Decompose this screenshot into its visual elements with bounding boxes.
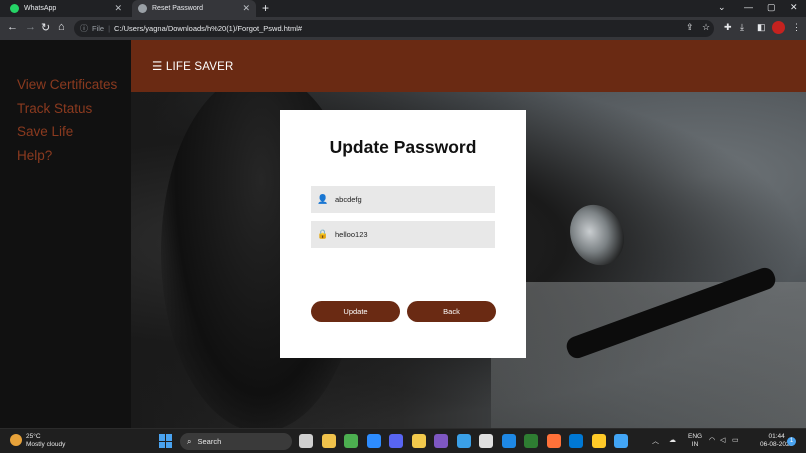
road-shape <box>491 282 806 428</box>
app-icon[interactable] <box>434 434 448 448</box>
lang-top: ENG <box>688 433 703 440</box>
taskbar: 25°C Mostly cloudy ⌕ Search ︿ ☁ ENG IN ◠… <box>0 428 806 453</box>
password-field[interactable]: 🔒 <box>311 221 495 248</box>
tab-reset-password[interactable]: Reset Password ✕ <box>132 0 256 17</box>
screen: WhatsApp ✕ Reset Password ✕ + ⌄ — ▢ ✕ ← … <box>0 0 806 453</box>
mirror-shape <box>560 195 634 275</box>
windows-start-icon[interactable] <box>159 434 173 448</box>
profile-avatar[interactable] <box>772 21 785 34</box>
extensions-icon[interactable]: ✚ <box>724 22 732 33</box>
lang-bottom: IN <box>691 441 699 448</box>
weather-widget[interactable]: 25°C Mostly cloudy <box>10 433 65 449</box>
volume-icon[interactable]: ◁ <box>720 436 725 444</box>
notification-badge[interactable]: 1 <box>787 437 796 446</box>
whatsapp-icon <box>10 4 19 13</box>
discord-icon[interactable] <box>389 434 403 448</box>
minimize-icon[interactable]: — <box>744 2 753 12</box>
new-tab-icon[interactable]: + <box>262 1 269 15</box>
wifi-icon[interactable]: ◠ <box>709 436 715 444</box>
update-password-card: Update Password 👤 🔒 Update Back <box>280 110 526 358</box>
app-icon[interactable] <box>524 434 538 448</box>
top-bar: ☰ LIFE SAVER <box>131 40 806 92</box>
battery-icon[interactable]: ▭ <box>732 436 739 444</box>
user-icon: 👤 <box>317 194 329 204</box>
separator: | <box>108 24 111 33</box>
url-text[interactable]: C:/Users/yagna/Downloads/h%20(1)/Forgot_… <box>114 24 302 33</box>
globe-icon <box>138 4 147 13</box>
form-title: Update Password <box>329 137 477 157</box>
search-label: Search <box>197 437 222 446</box>
nav-help[interactable]: Help? <box>17 144 117 168</box>
new-password-input[interactable] <box>335 230 485 239</box>
menu-dots-icon[interactable]: ⋮ <box>792 22 801 33</box>
maximize-icon[interactable]: ▢ <box>767 2 776 13</box>
close-icon[interactable]: ✕ <box>242 3 250 14</box>
tray-chevron-icon[interactable]: ︿ <box>652 436 659 446</box>
zoom-icon[interactable] <box>366 434 381 448</box>
nav-view-certificates[interactable]: View Certificates <box>17 73 117 97</box>
weather-desc: Mostly cloudy <box>26 441 66 448</box>
cloud-icon[interactable]: ☁ <box>669 436 676 444</box>
tab-whatsapp[interactable]: WhatsApp ✕ <box>4 0 128 17</box>
side-nav: View Certificates Track Status Save Life… <box>0 40 131 428</box>
reload-icon[interactable]: ↻ <box>41 21 50 34</box>
brand-menu-toggle[interactable]: ☰ LIFE SAVER <box>152 59 234 73</box>
tab-strip: WhatsApp ✕ Reset Password ✕ + ⌄ — ▢ ✕ <box>0 0 806 17</box>
chrome-icon[interactable] <box>344 434 358 448</box>
share-icon[interactable]: ⇪ <box>686 22 694 33</box>
back-button[interactable]: Back <box>407 301 496 322</box>
folder-icon[interactable] <box>411 434 426 448</box>
page: View Certificates Track Status Save Life… <box>0 40 806 428</box>
taskbar-search[interactable]: ⌕ Search <box>180 433 292 450</box>
weather-temp: 25°C <box>26 433 41 440</box>
home-icon[interactable]: ⌂ <box>58 21 65 33</box>
close-icon[interactable]: ✕ <box>114 3 122 14</box>
username-field[interactable]: 👤 <box>311 186 495 213</box>
task-view-icon[interactable] <box>299 434 313 448</box>
address-bar[interactable]: ⓘ File | C:/Users/yagna/Downloads/h%20(1… <box>74 20 714 37</box>
lock-icon: 🔒 <box>317 229 329 239</box>
app-icon[interactable] <box>614 434 628 448</box>
side-panel-icon[interactable]: ◧ <box>757 22 766 33</box>
nav-save-life[interactable]: Save Life <box>17 120 117 144</box>
file-explorer-icon[interactable] <box>321 434 336 448</box>
app-icon[interactable] <box>501 434 516 448</box>
download-icon[interactable]: ⤓ <box>740 22 744 33</box>
search-icon: ⌕ <box>187 436 192 446</box>
scheme-label: File <box>92 24 105 33</box>
info-icon[interactable]: ⓘ <box>80 23 88 34</box>
weather-cloud-icon <box>10 434 22 446</box>
back-arrow-icon[interactable]: ← <box>7 21 18 33</box>
username-input[interactable] <box>335 195 485 204</box>
app-icon[interactable] <box>479 434 493 448</box>
app-icon[interactable] <box>456 434 471 448</box>
vscode-icon[interactable] <box>569 434 583 448</box>
bookmark-star-icon[interactable]: ☆ <box>702 22 710 33</box>
nav-track-status[interactable]: Track Status <box>17 97 117 121</box>
pinned-apps <box>299 434 637 448</box>
firefox-icon[interactable] <box>546 434 561 448</box>
window-close-icon[interactable]: ✕ <box>790 2 798 13</box>
forward-arrow-icon[interactable]: → <box>25 21 36 33</box>
tab-label: WhatsApp <box>24 5 57 12</box>
browser-toolbar: ← → ↻ ⌂ ⓘ File | C:/Users/yagna/Download… <box>0 17 806 40</box>
tab-search-icon[interactable]: ⌄ <box>718 2 726 13</box>
update-button[interactable]: Update <box>311 301 400 322</box>
tab-label: Reset Password <box>152 5 203 12</box>
language-indicator[interactable]: ENG IN <box>688 433 702 449</box>
app-icon[interactable] <box>591 434 606 448</box>
